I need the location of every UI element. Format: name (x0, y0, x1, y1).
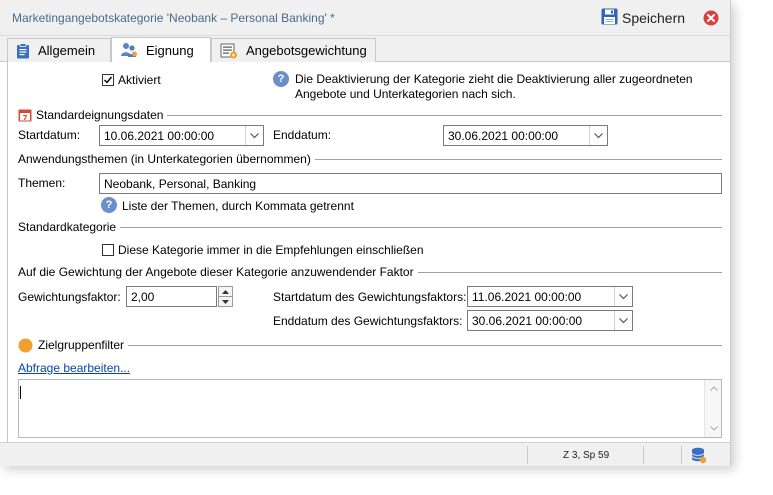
section-divider (314, 158, 722, 160)
themes-help-text: Liste der Themen, durch Kommata getrennt (122, 199, 354, 213)
users-icon (120, 42, 138, 58)
clipboard-icon (16, 42, 30, 59)
section-weighting-title: Auf die Gewichtung der Angebote dieser K… (18, 265, 414, 279)
chevron-down-icon (589, 126, 607, 145)
weighting-end-label: Enddatum des Gewichtungsfaktors: (273, 314, 463, 328)
section-weighting: Auf die Gewichtung der Angebote dieser K… (18, 265, 722, 279)
section-default-category: Standardkategorie (18, 220, 722, 234)
section-themes: Anwendungsthemen (in Unterkategorien übe… (18, 152, 722, 166)
activated-label: Aktiviert (118, 73, 161, 87)
weighting-start-label: Startdatum des Gewichtungsfaktors: (273, 290, 467, 304)
section-default-dates-title: Standardeignungsdaten (36, 108, 164, 122)
help-icon: ? (101, 197, 117, 213)
edit-query-link[interactable]: Abfrage bearbeiten... (18, 361, 130, 375)
eignung-panel: Aktiviert ? Die Deaktivierung der Katego… (7, 62, 730, 442)
end-date-dropdown[interactable]: 30.06.2021 00:00:00 (443, 125, 608, 146)
section-target-filter-title: Zielgruppenfilter (38, 338, 125, 352)
weighting-end-dropdown[interactable]: 30.06.2021 00:00:00 (467, 310, 633, 331)
section-divider (167, 114, 722, 116)
window-title: Marketingangebotskategorie 'Neobank – Pe… (12, 11, 335, 25)
stepper-down-icon[interactable] (218, 297, 233, 307)
stepper-up-icon[interactable] (218, 286, 233, 297)
scroll-down-icon[interactable] (709, 424, 718, 433)
status-separator (681, 446, 682, 464)
chevron-down-icon (614, 287, 632, 306)
section-target-filter: Zielgruppenfilter (18, 338, 722, 352)
query-textarea[interactable] (18, 379, 722, 438)
status-separator (527, 446, 528, 464)
section-default-category-title: Standardkategorie (18, 220, 117, 234)
tab-bar: Allgemein Eignung Angebotsgewichtung (0, 36, 730, 62)
themes-input[interactable]: Neobank, Personal, Banking (99, 173, 722, 194)
section-divider (417, 271, 722, 273)
weighting-factor-input[interactable]: 2,00 (126, 286, 217, 307)
close-icon (703, 10, 719, 29)
weighting-factor-value: 2,00 (131, 289, 155, 304)
tab-angebotsgewichtung[interactable]: Angebotsgewichtung (211, 38, 376, 62)
query-scrollbar[interactable] (704, 380, 721, 437)
scroll-up-icon[interactable] (709, 384, 718, 393)
always-include-row: Diese Kategorie immer in die Empfehlunge… (102, 243, 424, 257)
weighting-start-dropdown[interactable]: 11.06.2021 00:00:00 (467, 286, 633, 307)
status-bar: Z 3, Sp 59 (0, 442, 730, 466)
deactivation-help-text: Die Deaktivierung der Kategorie zieht di… (295, 72, 693, 102)
themes-input-value: Neobank, Personal, Banking (104, 176, 257, 191)
start-date-label: Startdatum: (18, 128, 81, 142)
section-default-dates: 7 Standardeignungsdaten (18, 108, 722, 122)
tab-eignung[interactable]: Eignung (111, 37, 211, 62)
close-button[interactable] (703, 10, 719, 29)
tab-angebotsgewichtung-label: Angebotsgewichtung (246, 43, 367, 58)
end-date-label: Enddatum: (273, 128, 332, 142)
chevron-down-icon (245, 126, 263, 145)
svg-text:7: 7 (23, 114, 28, 122)
deactivation-help-line2: Angebote und Unterkategorien nach sich. (295, 87, 516, 101)
weighting-start-value: 11.06.2021 00:00:00 (472, 289, 582, 304)
text-caret (20, 386, 21, 399)
weighting-list-icon (220, 43, 238, 59)
start-date-value: 10.06.2021 00:00:00 (104, 128, 215, 143)
section-divider (120, 226, 722, 228)
target-group-icon (18, 338, 33, 353)
title-bar: Marketingangebotskategorie 'Neobank – Pe… (0, 0, 730, 36)
tab-allgemein-label: Allgemein (38, 43, 96, 58)
activated-row: Aktiviert (102, 73, 161, 87)
database-icon[interactable] (691, 447, 707, 467)
weighting-factor-label: Gewichtungsfaktor: (18, 290, 121, 304)
always-include-checkbox[interactable] (102, 244, 114, 256)
chevron-down-icon (614, 311, 632, 330)
tab-allgemein[interactable]: Allgemein (7, 38, 111, 62)
save-button[interactable]: Speichern (601, 8, 685, 28)
weighting-end-value: 30.06.2021 00:00:00 (472, 313, 583, 328)
themes-label: Themen: (18, 176, 66, 190)
always-include-label: Diese Kategorie immer in die Empfehlunge… (118, 243, 424, 257)
section-divider (128, 344, 722, 346)
cursor-position: Z 3, Sp 59 (563, 450, 610, 461)
end-date-value: 30.06.2021 00:00:00 (448, 128, 559, 143)
calendar-icon: 7 (18, 108, 32, 122)
section-themes-title: Anwendungsthemen (in Unterkategorien übe… (18, 152, 311, 166)
dialog-window: Marketingangebotskategorie 'Neobank – Pe… (0, 0, 731, 466)
weighting-factor-stepper[interactable] (218, 286, 233, 307)
tab-eignung-label: Eignung (146, 42, 194, 58)
save-button-label: Speichern (622, 10, 686, 26)
status-separator (643, 446, 644, 464)
activated-checkbox[interactable] (102, 74, 114, 86)
floppy-disk-icon (601, 8, 618, 28)
deactivation-help-line1: Die Deaktivierung der Kategorie zieht di… (295, 72, 693, 86)
help-icon: ? (273, 71, 289, 87)
start-date-dropdown[interactable]: 10.06.2021 00:00:00 (99, 125, 264, 146)
